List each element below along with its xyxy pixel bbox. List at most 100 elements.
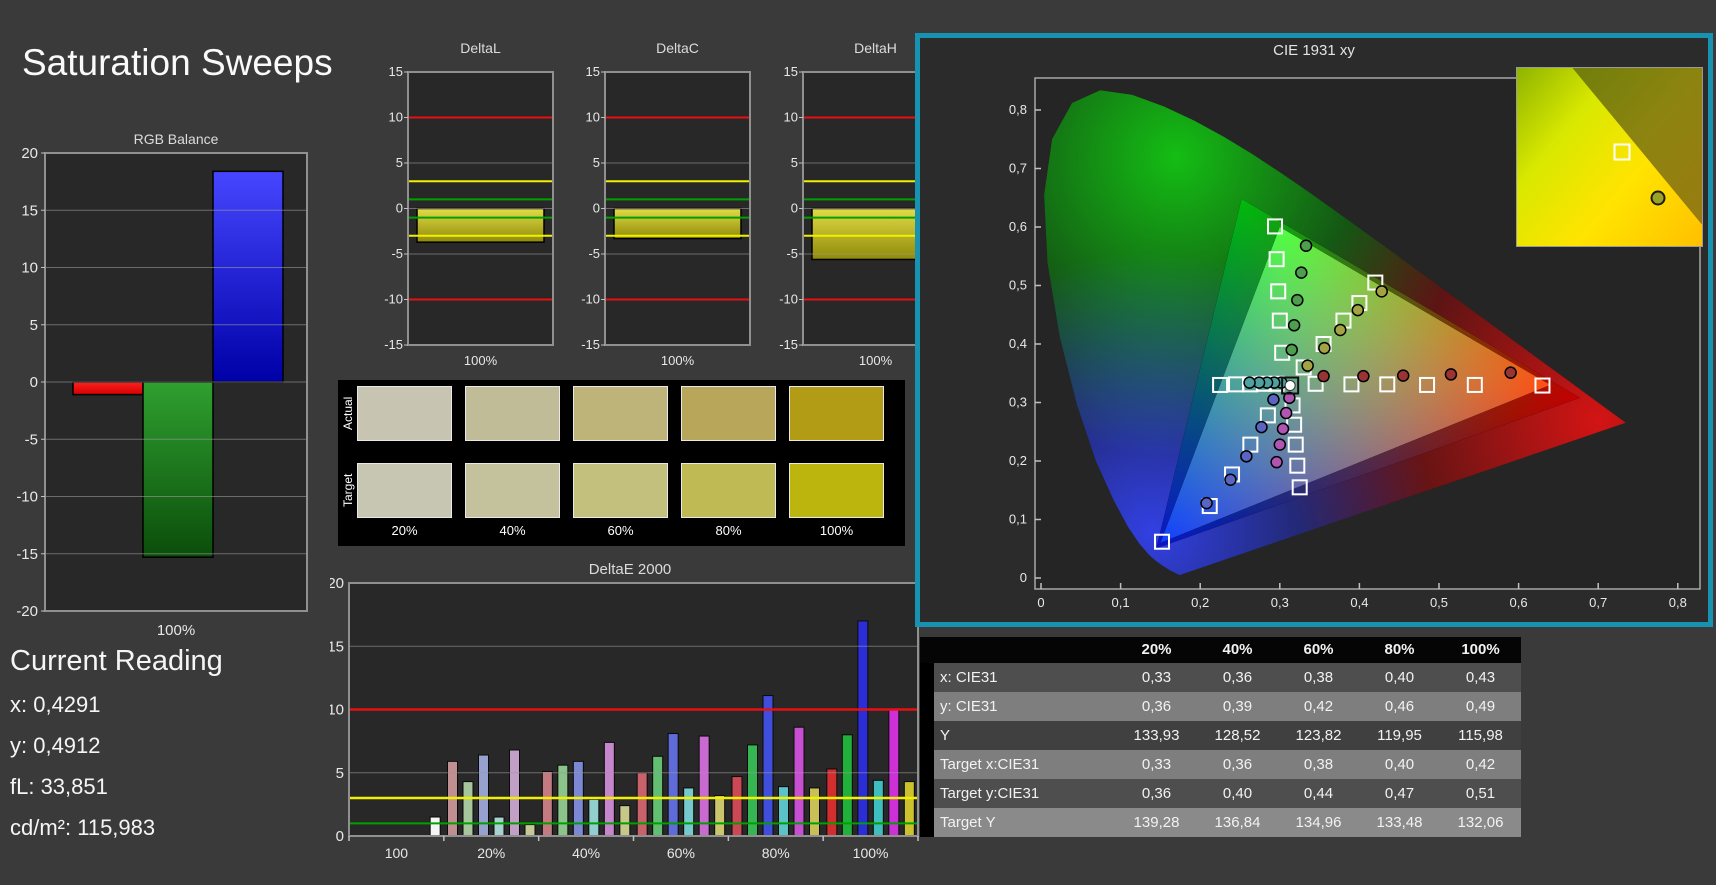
- measured-marker-yellow: [1334, 323, 1347, 337]
- axis-label: 15: [784, 64, 798, 79]
- measured-marker-green: [1291, 293, 1304, 307]
- actual-swatch-80%: [681, 386, 776, 441]
- axis-label: 60%: [667, 845, 695, 861]
- table-row: Y 133,93 128,52 123,82 119,95 115,98: [920, 721, 1521, 750]
- target-swatch-20%: [357, 463, 452, 518]
- axis-label: 80%: [762, 845, 790, 861]
- deltae2000-chart[interactable]: 0 5 10 15 20 100 20% 40% 60% 80% 100%: [327, 560, 930, 867]
- table-cell: 0,40: [1359, 663, 1440, 692]
- axis-label: 0,8: [1669, 595, 1687, 610]
- deltae-bar-80%-blue: [762, 695, 774, 837]
- swatch-panel[interactable]: Actual Target 20% 40% 60% 80% 100%: [338, 380, 905, 546]
- table-cell: 134,96: [1278, 808, 1359, 837]
- axis-label: 15: [586, 64, 600, 79]
- axis-label: 0: [396, 201, 403, 216]
- axis-label: -15: [384, 337, 403, 352]
- measured-marker-red: [1357, 369, 1370, 383]
- axis-label: 100%: [157, 622, 195, 639]
- cie-zoom-inset: [1516, 67, 1703, 247]
- axis-label: -10: [581, 292, 600, 307]
- measured-marker-magenta: [1279, 406, 1293, 420]
- target-swatch-40%: [465, 463, 560, 518]
- axis-label: -15: [16, 546, 38, 563]
- axis-label: 0,8: [1009, 102, 1027, 117]
- row-indicator: [920, 750, 934, 779]
- axis-label: -15: [581, 337, 600, 352]
- axis-label: 0: [791, 201, 798, 216]
- table-cell: 0,33: [1116, 750, 1197, 779]
- deltae-bar-80%-green: [747, 744, 758, 837]
- axis-label: 10: [389, 110, 403, 125]
- table-cell: 0,36: [1116, 779, 1197, 808]
- deltae-bar-60%-red: [636, 772, 648, 837]
- axis-label: -10: [384, 292, 403, 307]
- table-cell: 0,47: [1359, 779, 1440, 808]
- axis-label: 20%: [477, 845, 505, 861]
- table-cell: 128,52: [1197, 721, 1278, 750]
- swatch-col-label: 40%: [499, 523, 526, 538]
- deltae-bar-40%-yellow: [619, 805, 631, 837]
- inset-target-marker: [1613, 143, 1631, 161]
- axis-label: 0: [1020, 570, 1027, 585]
- table-row-label: Y: [934, 721, 1116, 750]
- axis-label: 0,6: [1009, 219, 1027, 234]
- measured-marker-red: [1504, 366, 1517, 379]
- rgb-balance-chart[interactable]: -20 -15 -10 -5 0 5 10 15 20 100%: [0, 128, 320, 645]
- swatch-row-label-target: Target: [341, 473, 355, 508]
- table-cell: 136,84: [1197, 808, 1278, 837]
- measured-marker-green: [1287, 319, 1301, 332]
- axis-label: 0,3: [1009, 395, 1027, 410]
- current-reading-cdm2: cd/m²: 115,983: [10, 815, 156, 840]
- deltae-bar-20%-yellow: [524, 824, 536, 837]
- deltac-chart[interactable]: -15 -10 -5 0 5 10 15 100%: [567, 40, 767, 377]
- deltae-bar-20%-green: [462, 781, 474, 837]
- cie-title: CIE 1931 xy: [1273, 42, 1355, 59]
- table-cell: 0,36: [1197, 750, 1278, 779]
- axis-label: 0: [1037, 595, 1044, 610]
- axis-label: -5: [588, 246, 600, 261]
- table-cell: 0,38: [1278, 663, 1359, 692]
- measured-marker-red: [1444, 368, 1458, 381]
- table-cell: 0,44: [1278, 779, 1359, 808]
- measured-marker-yellow: [1301, 359, 1314, 372]
- deltae-bar-80%-cyan: [778, 786, 789, 837]
- deltae-bar-60%-yellow: [714, 795, 726, 837]
- axis-label: 100%: [464, 353, 498, 368]
- white-point-dot: [1284, 380, 1296, 392]
- axis-label: 0,1: [1009, 512, 1027, 527]
- axis-label: 100%: [661, 353, 695, 368]
- axis-label: -15: [779, 337, 798, 352]
- table-col-header: 40%: [1197, 637, 1278, 663]
- axis-label: 0,1: [1112, 595, 1130, 610]
- measured-marker-green: [1299, 239, 1313, 252]
- axis-label: 0,6: [1510, 595, 1528, 610]
- deltae-bar-60%-magenta: [698, 735, 710, 837]
- table-cell: 132,06: [1440, 808, 1521, 837]
- table-cell: 119,95: [1359, 721, 1440, 750]
- deltae-bar-100%-blue: [857, 620, 869, 837]
- table-cell: 115,98: [1440, 721, 1521, 750]
- deltal-chart[interactable]: -15 -10 -5 0 5 10 15 100%: [370, 40, 570, 377]
- axis-label: 10: [784, 110, 798, 125]
- table-row: Target x:CIE31 0,33 0,36 0,38 0,40 0,42: [920, 750, 1521, 779]
- table-cell: 0,42: [1278, 692, 1359, 721]
- table-cell: 0,51: [1440, 779, 1521, 808]
- table-row-label: Target y:CIE31: [934, 779, 1116, 808]
- deltae-bar-100%-yellow: [903, 781, 915, 837]
- measured-marker-red: [1396, 369, 1410, 382]
- measurement-table: 20% 40% 60% 80% 100% x: CIE31 0,33 0,36 0,38 0,40…: [920, 637, 1521, 837]
- deltae-bar-40%-magenta: [603, 741, 615, 837]
- table-cell: 123,82: [1278, 721, 1359, 750]
- measured-marker-blue: [1224, 473, 1237, 486]
- row-indicator: [920, 721, 934, 750]
- table-col-header: 60%: [1278, 637, 1359, 663]
- actual-swatch-20%: [357, 386, 452, 441]
- measured-marker-blue: [1267, 393, 1280, 406]
- actual-swatch-40%: [465, 386, 560, 441]
- cie-1931-panel[interactable]: CIE 1931 xy 0 0,1 0,2 0,3 0,4 0,5 0,6 0,7 0,8 0 0,…: [915, 33, 1713, 627]
- axis-label: 0,4: [1350, 595, 1368, 610]
- table-cell: 0,46: [1359, 692, 1440, 721]
- table-cell: 133,48: [1359, 808, 1440, 837]
- axis-label: 0,2: [1009, 453, 1027, 468]
- swatch-col-label: 80%: [715, 523, 742, 538]
